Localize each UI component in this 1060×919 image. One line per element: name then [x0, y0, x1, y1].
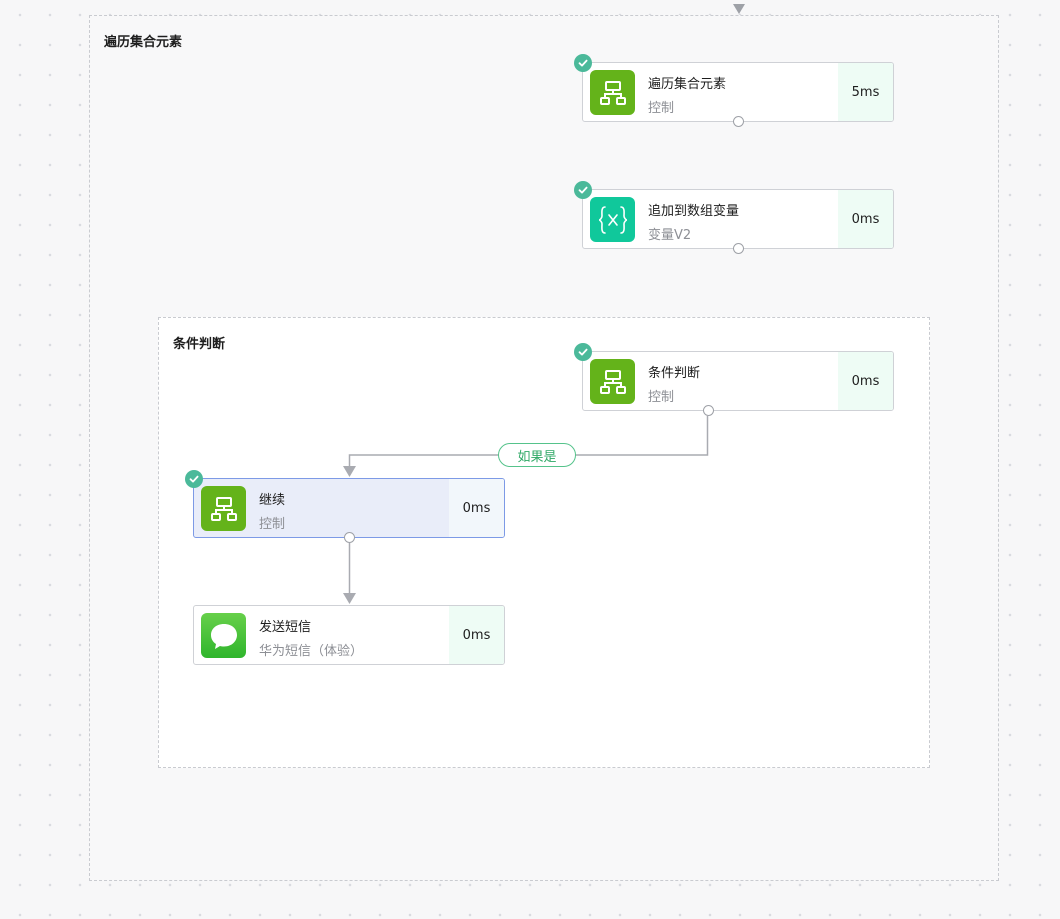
loop-group-title: 遍历集合元素	[104, 35, 183, 50]
node-duration: 0ms	[449, 606, 504, 664]
workflow-canvas[interactable]: 遍历集合元素 条件判断 遍历集合元素 控制 5ms 追加到数组变量 变量V2 0…	[0, 0, 1060, 919]
output-port[interactable]	[703, 405, 714, 416]
output-port[interactable]	[344, 532, 355, 543]
output-port[interactable]	[733, 116, 744, 127]
node-category: 控制	[259, 517, 286, 532]
node-title: 条件判断	[648, 366, 701, 381]
flow-chart-icon	[590, 70, 635, 115]
node-duration: 5ms	[838, 63, 893, 121]
success-check-icon	[574, 181, 592, 199]
message-bubble-icon	[201, 613, 246, 658]
node-title: 发送短信	[259, 620, 312, 635]
incoming-arrow	[733, 4, 745, 14]
node-duration: 0ms	[838, 190, 893, 248]
node-title: 追加到数组变量	[648, 204, 740, 219]
node-category: 华为短信（体验）	[259, 644, 364, 659]
node-condition[interactable]: 条件判断 控制 0ms	[574, 343, 894, 416]
variable-braces-icon	[590, 197, 635, 242]
node-category: 变量V2	[648, 228, 692, 243]
flow-chart-icon	[590, 359, 635, 404]
node-title: 遍历集合元素	[648, 77, 727, 92]
node-category: 控制	[648, 101, 675, 116]
node-append-array-variable[interactable]: 追加到数组变量 变量V2 0ms	[574, 181, 894, 254]
success-check-icon	[574, 343, 592, 361]
output-port[interactable]	[733, 243, 744, 254]
node-continue[interactable]: 继续 控制 0ms	[185, 470, 505, 543]
condition-group-title: 条件判断	[173, 337, 226, 352]
success-check-icon	[185, 470, 203, 488]
success-check-icon	[574, 54, 592, 72]
node-duration: 0ms	[838, 352, 893, 410]
node-category: 控制	[648, 390, 675, 405]
branch-condition-label[interactable]: 如果是	[498, 443, 576, 467]
node-send-sms[interactable]: 发送短信 华为短信（体验） 0ms	[193, 605, 505, 665]
node-loop-elements[interactable]: 遍历集合元素 控制 5ms	[574, 54, 894, 127]
node-title: 继续	[259, 493, 286, 508]
node-duration: 0ms	[449, 479, 504, 537]
flow-chart-icon	[201, 486, 246, 531]
